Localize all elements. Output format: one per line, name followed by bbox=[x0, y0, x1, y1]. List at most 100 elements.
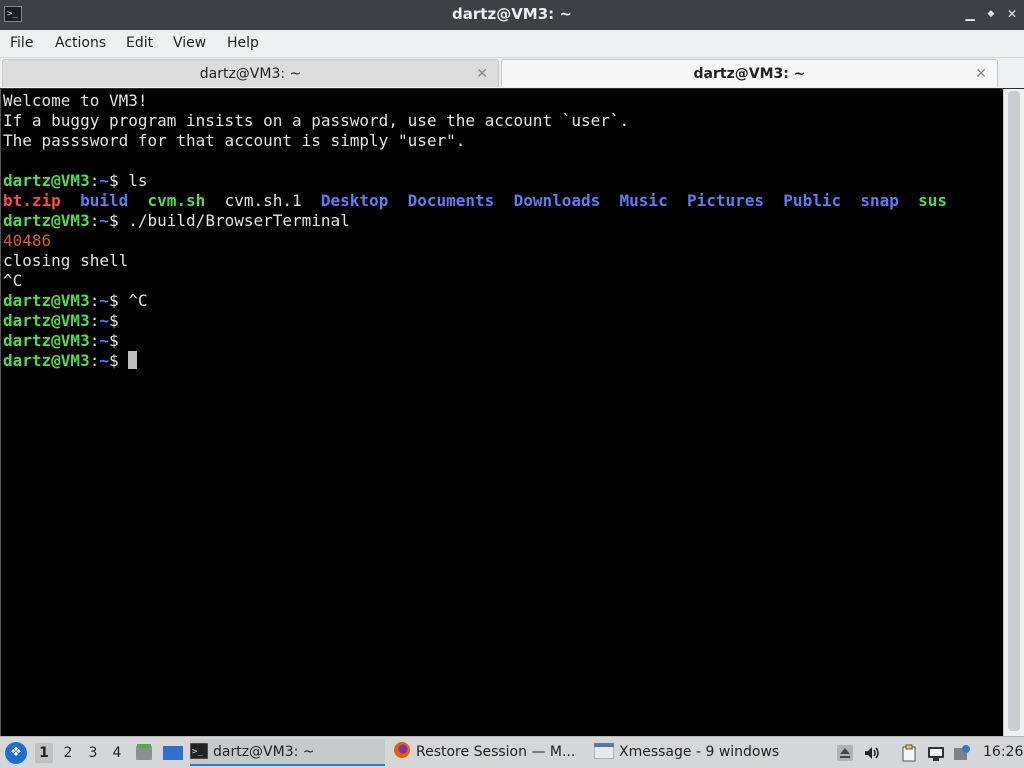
menu-help[interactable]: Help bbox=[227, 35, 259, 51]
prompt-user: dartz@VM3 bbox=[3, 171, 90, 190]
text-cursor bbox=[128, 351, 138, 369]
close-window-button[interactable]: ✕ bbox=[1004, 6, 1020, 22]
prompt-path: ~ bbox=[99, 331, 109, 350]
file-entry: cvm.sh.1 bbox=[224, 191, 302, 210]
dir-entry: build bbox=[80, 191, 129, 210]
prompt-path: ~ bbox=[99, 311, 109, 330]
prompt-path: ~ bbox=[99, 211, 109, 230]
task-firefox[interactable]: Restore Session — M... bbox=[393, 739, 588, 766]
menu-actions[interactable]: Actions bbox=[55, 35, 106, 51]
terminal-output[interactable]: Welcome to VM3! If a buggy program insis… bbox=[0, 89, 1003, 736]
menu-edit[interactable]: Edit bbox=[126, 35, 153, 51]
prompt-sep: : bbox=[89, 351, 100, 370]
volume-icon[interactable] bbox=[863, 744, 881, 762]
output-text: ^C bbox=[3, 271, 23, 290]
menu-view[interactable]: View bbox=[173, 35, 206, 51]
file-manager-icon[interactable] bbox=[134, 743, 154, 763]
prompt-dollar: $ bbox=[108, 171, 129, 190]
workspace-1[interactable]: 1 bbox=[35, 743, 53, 763]
update-icon[interactable] bbox=[953, 744, 971, 762]
clipboard-icon[interactable] bbox=[900, 744, 918, 762]
minimize-button[interactable]: ▁ bbox=[962, 6, 978, 22]
task-label: Restore Session — M... bbox=[416, 744, 576, 760]
task-terminal[interactable]: >_ dartz@VM3: ~ bbox=[190, 739, 385, 766]
ls-output: bt.zip build cvm.sh cvm.sh.1 Desktop Doc… bbox=[3, 191, 1003, 211]
tab-2-close-icon[interactable]: ✕ bbox=[975, 60, 987, 88]
dir-entry: Documents bbox=[407, 191, 495, 210]
prompt-dollar: $ bbox=[108, 331, 129, 350]
tab-bar: dartz@VM3: ~ ✕ dartz@VM3: ~ ✕ bbox=[0, 58, 1024, 88]
task-xmessage[interactable]: Xmessage - 9 windows bbox=[594, 739, 794, 766]
prompt-sep: : bbox=[89, 291, 100, 310]
terminal-scrollbar[interactable] bbox=[1003, 89, 1024, 736]
dir-entry: Music bbox=[619, 191, 668, 210]
menu-file[interactable]: File bbox=[10, 35, 33, 51]
prompt-sep: : bbox=[89, 211, 100, 230]
file-entry: bt.zip bbox=[3, 191, 61, 210]
prompt-path: ~ bbox=[99, 351, 109, 370]
task-label: Xmessage - 9 windows bbox=[619, 744, 780, 760]
tab-2-label: dartz@VM3: ~ bbox=[693, 66, 806, 82]
prompt-sep: : bbox=[89, 311, 100, 330]
terminal-line: dartz@VM3:~$ bbox=[3, 311, 1003, 331]
prompt-user: dartz@VM3 bbox=[3, 311, 90, 330]
terminal-line: ^C bbox=[3, 271, 1003, 291]
prompt-dollar: $ bbox=[108, 351, 129, 370]
terminal-line: dartz@VM3:~$ bbox=[3, 331, 1003, 351]
terminal-line: Welcome to VM3! bbox=[3, 91, 1003, 111]
welcome-text: Welcome to VM3! bbox=[3, 91, 148, 110]
command-text: ls bbox=[128, 171, 148, 190]
terminal-line: The passsword for that account is simply… bbox=[3, 131, 1003, 151]
window-titlebar: >_ dartz@VM3: ~ ▁ ◆ ✕ bbox=[0, 0, 1024, 30]
prompt-dollar: $ bbox=[108, 291, 129, 310]
pid-output: 40486 bbox=[3, 231, 52, 250]
taskbar: ❖ 1 2 3 4 >_ dartz@VM3: ~ Restore Sessio… bbox=[0, 736, 1024, 768]
hint-text: The passsword for that account is simply… bbox=[3, 131, 466, 150]
prompt-dollar: $ bbox=[108, 311, 129, 330]
command-text: ^C bbox=[128, 291, 148, 310]
workspace-3[interactable]: 3 bbox=[84, 743, 102, 763]
prompt-path: ~ bbox=[99, 291, 109, 310]
prompt-user: dartz@VM3 bbox=[3, 351, 90, 370]
dir-entry: sus bbox=[918, 191, 948, 210]
terminal-line: 40486 bbox=[3, 231, 1003, 251]
prompt-user: dartz@VM3 bbox=[3, 291, 90, 310]
eject-icon[interactable] bbox=[836, 744, 854, 762]
window-icon bbox=[594, 743, 614, 759]
svg-text:>_: >_ bbox=[192, 747, 203, 757]
prompt-user: dartz@VM3 bbox=[3, 211, 90, 230]
terminal-icon: >_ bbox=[190, 743, 208, 759]
firefox-icon bbox=[394, 742, 410, 758]
terminal-line: dartz@VM3:~$ ./build/BrowserTerminal bbox=[3, 211, 1003, 231]
terminal-line: If a buggy program insists on a password… bbox=[3, 111, 1003, 131]
scrollbar-thumb[interactable] bbox=[1008, 91, 1020, 731]
menu-bar: File Actions Edit View Help bbox=[0, 30, 1024, 58]
prompt-path: ~ bbox=[99, 171, 109, 190]
terminal-line: dartz@VM3:~$ ^C bbox=[3, 291, 1003, 311]
tab-1-close-icon[interactable]: ✕ bbox=[476, 60, 488, 88]
tab-2[interactable]: dartz@VM3: ~ ✕ bbox=[501, 59, 998, 87]
tab-1[interactable]: dartz@VM3: ~ ✕ bbox=[2, 59, 499, 87]
tab-1-label: dartz@VM3: ~ bbox=[199, 66, 302, 82]
dir-entry: Desktop bbox=[320, 191, 389, 210]
maximize-button[interactable]: ◆ bbox=[983, 6, 999, 22]
clock[interactable]: 16:26 bbox=[983, 744, 1023, 760]
output-text: closing shell bbox=[3, 251, 129, 270]
dir-entry: Pictures bbox=[686, 191, 765, 210]
network-icon[interactable] bbox=[927, 744, 945, 762]
start-menu-icon[interactable]: ❖ bbox=[5, 742, 27, 764]
hint-text: If a buggy program insists on a password… bbox=[3, 111, 630, 130]
show-desktop-icon[interactable] bbox=[162, 743, 184, 763]
prompt-user: dartz@VM3 bbox=[3, 331, 90, 350]
workspace-2[interactable]: 2 bbox=[59, 743, 77, 763]
prompt-sep: : bbox=[89, 331, 100, 350]
window-title: dartz@VM3: ~ bbox=[452, 5, 572, 23]
dir-entry: Public bbox=[783, 191, 842, 210]
prompt-dollar: $ bbox=[108, 211, 129, 230]
dir-entry: snap bbox=[860, 191, 899, 210]
terminal-line: closing shell bbox=[3, 251, 1003, 271]
prompt-sep: : bbox=[89, 171, 100, 190]
dir-entry: Downloads bbox=[513, 191, 601, 210]
workspace-4[interactable]: 4 bbox=[108, 743, 126, 763]
